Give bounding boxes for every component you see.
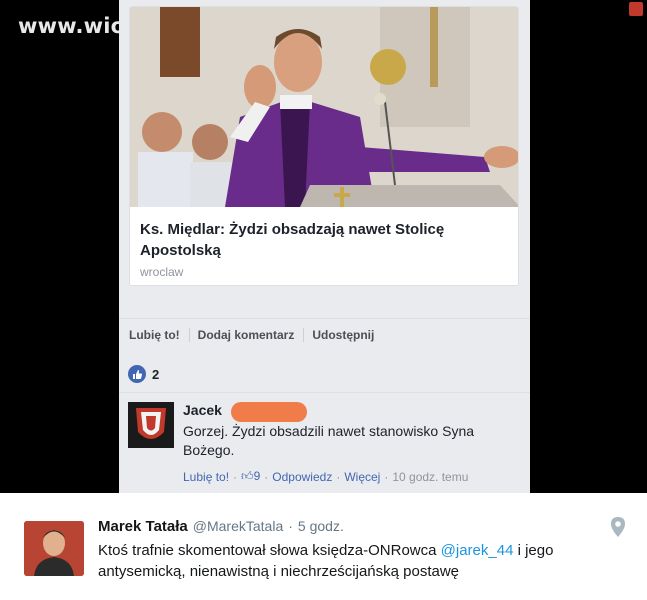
comment-body: Jacek Gorzej. Żydzi obsadzili nawet stan… [183,402,513,484]
separator: · [336,469,341,484]
article-photo [130,7,518,207]
separator: · [233,469,238,484]
comment-like-count: 9 [253,469,261,483]
likes-count: 2 [152,366,160,382]
like-button[interactable]: Lubię to! [127,327,190,342]
tweet-header: Marek Tatała @MarekTatala · 5 godz. [98,518,344,535]
mention-link[interactable]: @jarek_44 [441,542,514,559]
comment: Jacek Gorzej. Żydzi obsadzili nawet stan… [128,402,523,492]
tweet-text: Ktoś trafnie skomentował słowa księdza-O… [98,540,608,582]
post-action-bar: Lubię to! Dodaj komentarz Udostępnij [119,318,530,350]
comment-author-name[interactable]: Jacek [183,402,222,418]
tweet: Marek Tatała @MarekTatala · 5 godz. Ktoś… [0,493,647,600]
article-title[interactable]: Ks. Międlar: Żydzi obsadzają nawet Stoli… [140,219,500,261]
thumbs-up-icon: 👍︎ [241,469,254,483]
tweet-text-part: Ktoś trafnie skomentował słowa księdza-O… [98,542,441,559]
redaction-mark [231,402,307,422]
location-pin-icon[interactable] [611,517,625,537]
thumbs-up-icon [128,365,146,383]
tweet-author-name[interactable]: Marek Tatała [98,518,188,535]
article-source: wroclaw [140,265,184,279]
comment-meta: Lubię to! · 👍︎9 · Odpowiedz · Więcej · 1… [183,469,513,484]
share-button[interactable]: Udostępnij [310,328,383,342]
comment-time[interactable]: 10 godz. temu [392,470,468,484]
corner-mark [629,2,643,16]
facebook-post-screenshot: Ks. Międlar: Żydzi obsadzają nawet Stoli… [119,0,530,493]
comment-like-link[interactable]: Lubię to! [183,470,229,484]
comment-text: Gorzej. Żydzi obsadzili nawet stanowisko… [183,423,475,458]
commenter-avatar[interactable] [128,402,174,448]
comment-author[interactable]: Jacek [183,402,513,422]
divider [119,392,530,393]
comment-likes[interactable]: 👍︎9 [241,469,260,484]
separator: · [288,518,293,534]
reply-link[interactable]: Odpowiedz [272,470,332,484]
separator: · [264,469,269,484]
more-link[interactable]: Więcej [344,470,380,484]
avatar[interactable] [24,521,84,576]
separator: · [384,469,389,484]
likes-summary[interactable]: 2 [128,364,159,384]
add-comment-button[interactable]: Dodaj komentarz [196,327,305,342]
link-preview-card[interactable]: Ks. Międlar: Żydzi obsadzają nawet Stoli… [129,6,519,286]
tweet-author-handle[interactable]: @MarekTatala [193,518,283,534]
tweet-timestamp[interactable]: 5 godz. [298,518,344,534]
